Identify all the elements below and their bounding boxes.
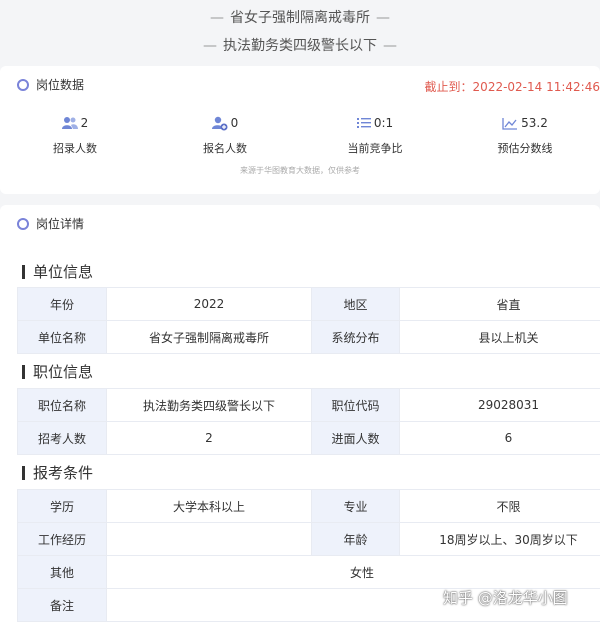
- value-major: 不限: [399, 489, 600, 523]
- stat-applicants-value: 0: [230, 116, 239, 130]
- stat-ratio-value: 0:1: [373, 116, 394, 130]
- post-details-title: 岗位详情: [17, 215, 84, 232]
- trend-chart-icon: [502, 117, 518, 130]
- stat-ratio-label: 当前竞争比: [347, 142, 403, 155]
- table-row: 工作经历 年龄 18周岁以上、30周岁以下: [17, 522, 600, 556]
- section-unit-info-text: 单位信息: [33, 263, 94, 281]
- value-post-code: 29028031: [399, 388, 600, 422]
- table-row: 职位名称 执法勤务类四级警长以下 职位代码 29028031: [17, 388, 600, 422]
- stats-row: 2 招录人数 0 报名人数 0:1 当前竞争比 53.2 预估分数线: [0, 114, 600, 156]
- label-unit-name: 单位名称: [17, 320, 107, 354]
- ring-icon: [17, 217, 29, 230]
- label-education: 学历: [17, 489, 107, 523]
- section-post-info-heading: 职位信息: [22, 361, 93, 382]
- label-other: 其他: [17, 555, 107, 589]
- value-work-experience: [106, 522, 312, 556]
- org-name-heading: — 省女子强制隔离戒毒所 —: [0, 7, 600, 27]
- table-row: 年份 2022 地区 省直: [17, 287, 600, 321]
- source-note: 来源于华图教育大数据，仅供参考: [240, 166, 360, 175]
- label-major: 专业: [311, 489, 400, 523]
- section-unit-info-heading: 单位信息: [22, 261, 93, 282]
- dash-right: —: [376, 10, 390, 26]
- stat-score: 53.2 预估分数线: [450, 114, 600, 156]
- label-system: 系统分布: [311, 320, 400, 354]
- label-remarks: 备注: [17, 588, 107, 622]
- value-post-name: 执法勤务类四级警长以下: [106, 388, 312, 422]
- dash-right: —: [383, 38, 397, 54]
- unit-info-table: 年份 2022 地区 省直 单位名称 省女子强制隔离戒毒所 系统分布 县以上机关: [17, 287, 600, 354]
- section-requirements-heading: 报考条件: [22, 462, 93, 483]
- post-info-table: 职位名称 执法勤务类四级警长以下 职位代码 29028031 招考人数 2 进面…: [17, 388, 600, 455]
- label-year: 年份: [17, 287, 107, 321]
- value-recruit-count: 2: [106, 421, 312, 455]
- list-icon: [356, 118, 371, 128]
- person-add-icon: [211, 116, 228, 130]
- post-data-title-text: 岗位数据: [36, 78, 85, 92]
- label-post-name: 职位名称: [17, 388, 107, 422]
- org-name: 省女子强制隔离戒毒所: [230, 10, 370, 26]
- table-row: 单位名称 省女子强制隔离戒毒所 系统分布 县以上机关: [17, 320, 600, 354]
- post-details-card: 岗位详情 单位信息 年份 2022 地区 省直 单位名称 省女子强制隔离戒毒所 …: [0, 205, 600, 622]
- stat-applicants: 0 报名人数: [150, 114, 300, 156]
- stat-score-value: 53.2: [521, 116, 548, 130]
- section-bar: [22, 364, 25, 379]
- dash-left: —: [203, 38, 217, 54]
- section-bar: [22, 264, 25, 279]
- stat-recruit: 2 招录人数: [0, 114, 150, 156]
- value-year: 2022: [106, 287, 312, 321]
- stat-recruit-label: 招录人数: [53, 142, 97, 155]
- post-details-title-text: 岗位详情: [36, 217, 85, 231]
- value-interview-count: 6: [399, 421, 600, 455]
- table-row: 其他 女性: [17, 555, 600, 589]
- people-icon: [61, 117, 78, 129]
- section-post-info-text: 职位信息: [33, 363, 94, 381]
- value-unit-name: 省女子强制隔离戒毒所: [106, 320, 312, 354]
- label-recruit-count: 招考人数: [17, 421, 107, 455]
- label-post-code: 职位代码: [311, 388, 400, 422]
- label-age: 年龄: [311, 522, 400, 556]
- section-requirements-text: 报考条件: [33, 464, 94, 482]
- stat-applicants-label: 报名人数: [203, 142, 247, 155]
- table-row: 学历 大学本科以上 专业 不限: [17, 489, 600, 523]
- dash-left: —: [210, 10, 224, 26]
- post-name: 执法勤务类四级警长以下: [223, 38, 377, 54]
- label-interview-count: 进面人数: [311, 421, 400, 455]
- post-name-heading: — 执法勤务类四级警长以下 —: [0, 35, 600, 55]
- zhihu-watermark: 知乎 @洛龙华小图: [443, 589, 568, 607]
- value-region: 省直: [399, 287, 600, 321]
- section-bar: [22, 465, 25, 480]
- label-region: 地区: [311, 287, 400, 321]
- value-system: 县以上机关: [399, 320, 600, 354]
- deadline-text: 截止到：2022-02-14 11:42:46: [424, 80, 600, 94]
- value-other: 女性: [106, 555, 600, 589]
- ring-icon: [17, 78, 29, 91]
- stat-recruit-value: 2: [80, 116, 89, 130]
- value-age: 18周岁以上、30周岁以下: [399, 522, 600, 556]
- stat-score-label: 预估分数线: [497, 142, 553, 155]
- post-data-card: 岗位数据 截止到：2022-02-14 11:42:46 2 招录人数 0 报名…: [0, 66, 600, 194]
- stat-ratio: 0:1 当前竞争比: [300, 114, 450, 156]
- label-work-experience: 工作经历: [17, 522, 107, 556]
- value-education: 大学本科以上: [106, 489, 312, 523]
- post-data-title: 岗位数据: [17, 76, 84, 93]
- table-row: 招考人数 2 进面人数 6: [17, 421, 600, 455]
